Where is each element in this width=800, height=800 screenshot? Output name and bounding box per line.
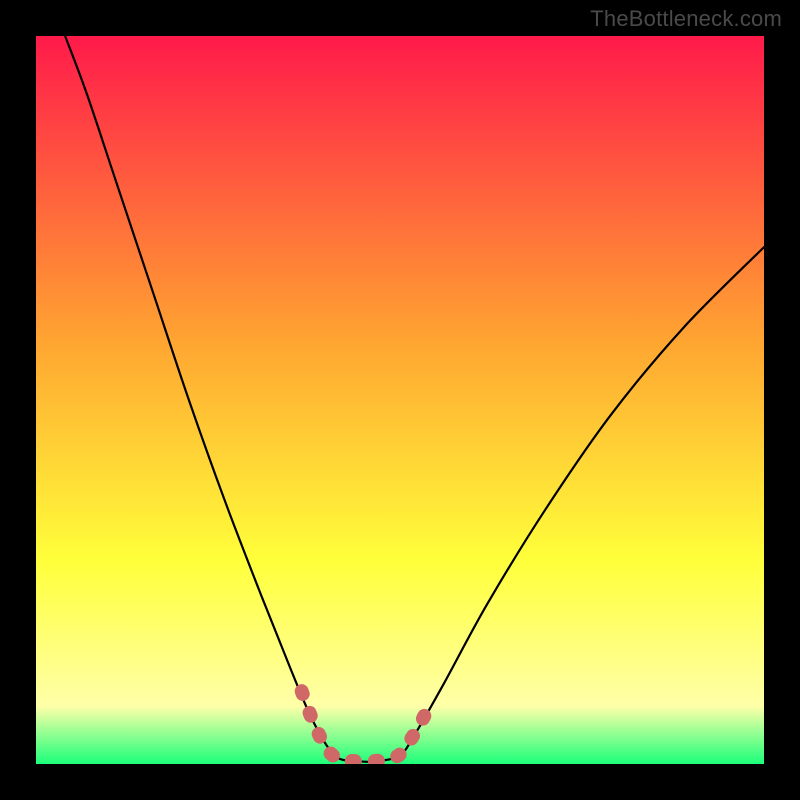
chart-background <box>36 36 764 764</box>
bottleneck-chart <box>36 36 764 764</box>
watermark-label: TheBottleneck.com <box>590 6 782 32</box>
chart-plot-area <box>36 36 764 764</box>
